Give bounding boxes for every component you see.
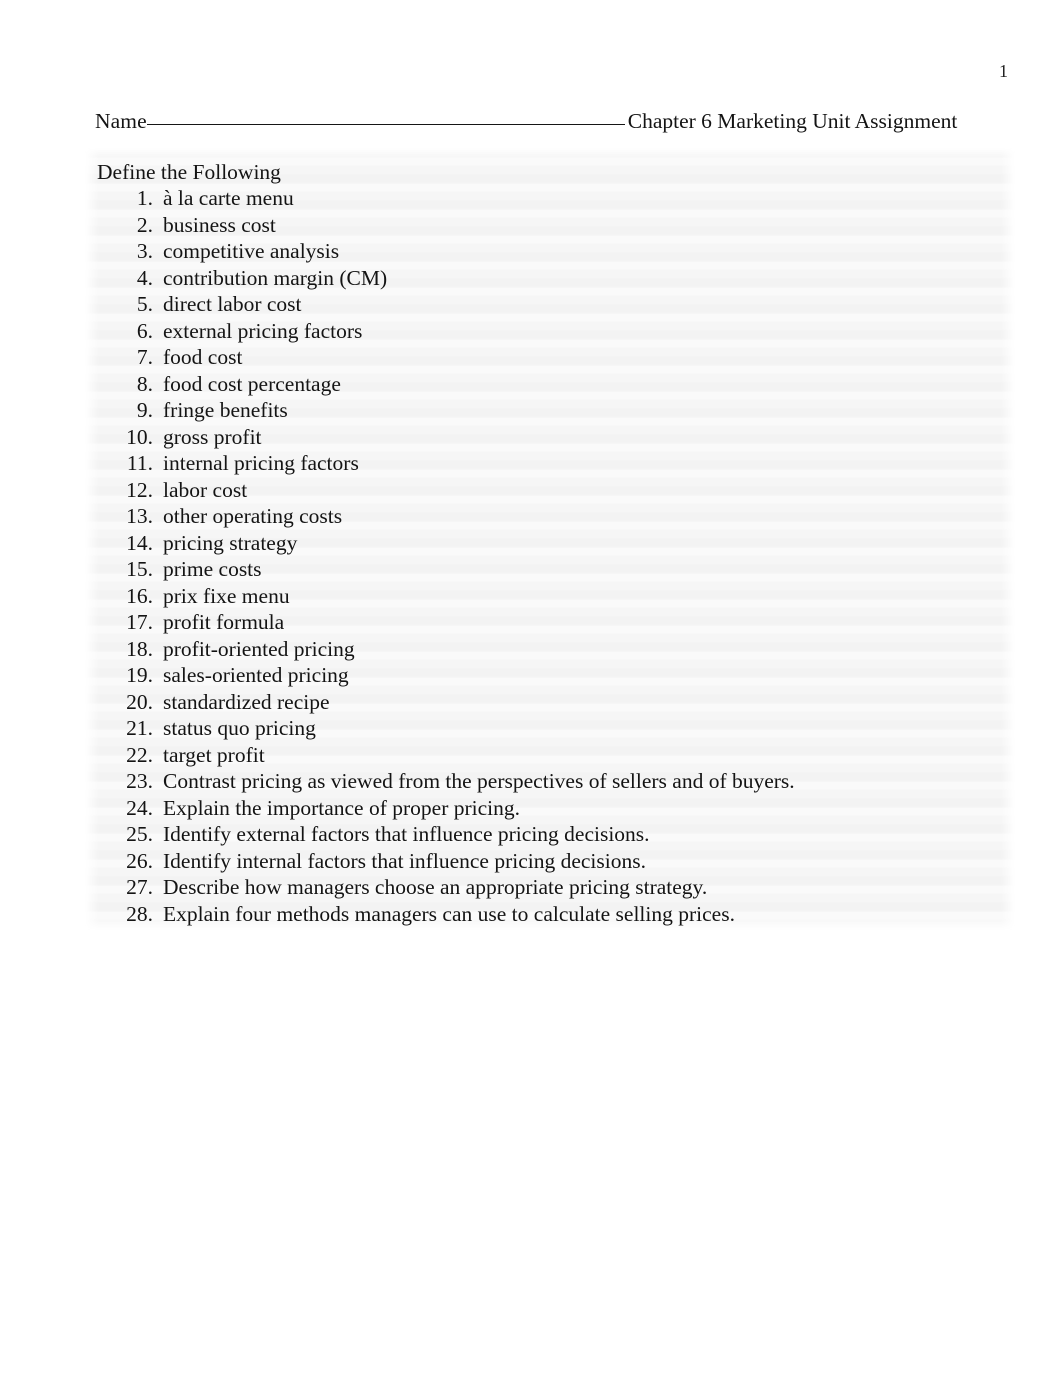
list-item-text: à la carte menu xyxy=(163,186,294,210)
list-item-number: 23. xyxy=(126,769,153,793)
list-item-text: prime costs xyxy=(163,557,262,581)
list-item-number: 21. xyxy=(126,716,153,740)
list-item-number: 16. xyxy=(126,583,153,608)
list-item-text: Describe how managers choose an appropri… xyxy=(163,875,708,899)
list-item-text: Explain four methods managers can use to… xyxy=(163,901,735,926)
list-item-text: prix fixe menu xyxy=(163,583,290,608)
list-item-text: Identify external factors that influence… xyxy=(163,822,650,846)
list-item-text: status quo pricing xyxy=(163,716,316,740)
list-item-text: fringe benefits xyxy=(163,398,288,422)
list-item-text: internal pricing factors xyxy=(163,451,359,475)
list-item: 25. Identify external factors that influe… xyxy=(85,821,1015,848)
list-item: 23. Contrast pricing as viewed from the p… xyxy=(85,768,1015,795)
document-page: 1 Name Chapter 6 Marketing Unit Assignmen… xyxy=(0,0,1062,1377)
list-item: 28. Explain four methods managers can use… xyxy=(85,901,1015,928)
list-item-text: other operating costs xyxy=(163,504,343,528)
list-item: 24. Explain the importance of proper pric… xyxy=(85,795,1015,822)
define-terms-list: 1. à la carte menu 2. business cost 3. compet… xyxy=(85,185,1015,927)
list-item-number: 25. xyxy=(126,822,153,846)
list-item-number: 7. xyxy=(136,345,153,369)
list-item-number: 9. xyxy=(136,398,153,422)
document-header: Name Chapter 6 Marketing Unit Assignment xyxy=(95,108,995,134)
list-item-number: 3. xyxy=(136,239,153,263)
list-item: 5. direct labor cost xyxy=(85,291,1015,318)
list-item-number: 20. xyxy=(126,689,153,714)
list-item-number: 5. xyxy=(136,292,153,316)
assignment-content: Define the Following 1. à la carte menu 2.… xyxy=(85,148,1015,930)
list-item-number: 6. xyxy=(136,318,153,343)
list-item-number: 24. xyxy=(126,795,153,820)
list-item: 16. prix fixe menu xyxy=(85,583,1015,610)
list-item-text: Identify internal factors that influence… xyxy=(163,848,646,873)
list-item: 20. standardized recipe xyxy=(85,689,1015,716)
list-item-text: contribution margin (CM) xyxy=(163,265,388,290)
list-item: 10. gross profit xyxy=(85,424,1015,451)
list-item-number: 28. xyxy=(126,901,153,926)
list-item: 11. internal pricing factors xyxy=(85,450,1015,477)
list-item-number: 14. xyxy=(126,530,153,555)
list-item-number: 8. xyxy=(136,371,153,396)
list-item-text: Explain the importance of proper pricing… xyxy=(163,795,521,820)
list-item: 9. fringe benefits xyxy=(85,397,1015,424)
list-item-number: 19. xyxy=(126,663,153,687)
list-item-text: profit formula xyxy=(163,610,285,634)
list-item-number: 4. xyxy=(136,265,153,290)
list-item-text: profit-oriented pricing xyxy=(163,636,355,661)
list-item: 17. profit formula xyxy=(85,609,1015,636)
list-item-text: standardized recipe xyxy=(163,689,330,714)
list-item-number: 15. xyxy=(126,557,153,581)
page-number: 1 xyxy=(999,61,1008,81)
list-item-text: pricing strategy xyxy=(163,530,298,555)
list-item: 3. competitive analysis xyxy=(85,238,1015,265)
name-label: Name xyxy=(95,109,147,133)
list-item: 7. food cost xyxy=(85,344,1015,371)
list-item-text: food cost xyxy=(163,345,243,369)
list-item-number: 18. xyxy=(126,636,153,661)
list-item-number: 17. xyxy=(126,610,153,634)
list-item: 15. prime costs xyxy=(85,556,1015,583)
list-item-number: 27. xyxy=(126,875,153,899)
list-item-text: sales-oriented pricing xyxy=(163,663,349,687)
list-item-number: 26. xyxy=(126,848,153,873)
section-heading: Define the Following xyxy=(97,160,281,184)
list-item: 14. pricing strategy xyxy=(85,530,1015,557)
list-item: 12. labor cost xyxy=(85,477,1015,504)
list-item-text: direct labor cost xyxy=(163,292,302,316)
name-blank-rule[interactable] xyxy=(146,124,625,125)
list-item: 22. target profit xyxy=(85,742,1015,769)
list-item: 4. contribution margin (CM) xyxy=(85,265,1015,292)
list-item-text: competitive analysis xyxy=(163,239,340,263)
list-item: 8. food cost percentage xyxy=(85,371,1015,398)
list-item-text: gross profit xyxy=(163,424,262,449)
list-item-text: food cost percentage xyxy=(163,371,341,396)
list-item-number: 12. xyxy=(126,477,153,502)
list-item-text: external pricing factors xyxy=(163,318,363,343)
list-item: 21. status quo pricing xyxy=(85,715,1015,742)
list-item-number: 13. xyxy=(126,504,153,528)
list-item: 26. Identify internal factors that influe… xyxy=(85,848,1015,875)
assignment-title: Chapter 6 Marketing Unit Assignment xyxy=(627,109,958,133)
list-item-number: 11. xyxy=(126,451,153,475)
list-item: 1. à la carte menu xyxy=(85,185,1015,212)
list-item-text: business cost xyxy=(163,212,276,237)
list-item: 2. business cost xyxy=(85,212,1015,239)
list-item: 19. sales-oriented pricing xyxy=(85,662,1015,689)
list-item-number: 10. xyxy=(126,424,153,449)
list-item-number: 22. xyxy=(126,742,153,767)
list-item: 13. other operating costs xyxy=(85,503,1015,530)
list-item-number: 2. xyxy=(136,212,153,237)
list-item: 27. Describe how managers choose an appro… xyxy=(85,874,1015,901)
list-item-text: labor cost xyxy=(163,477,248,502)
list-item: 18. profit-oriented pricing xyxy=(85,636,1015,663)
list-item-number: 1. xyxy=(136,186,153,210)
list-item-text: target profit xyxy=(163,742,265,767)
list-item: 6. external pricing factors xyxy=(85,318,1015,345)
list-item-text: Contrast pricing as viewed from the pers… xyxy=(163,769,795,793)
